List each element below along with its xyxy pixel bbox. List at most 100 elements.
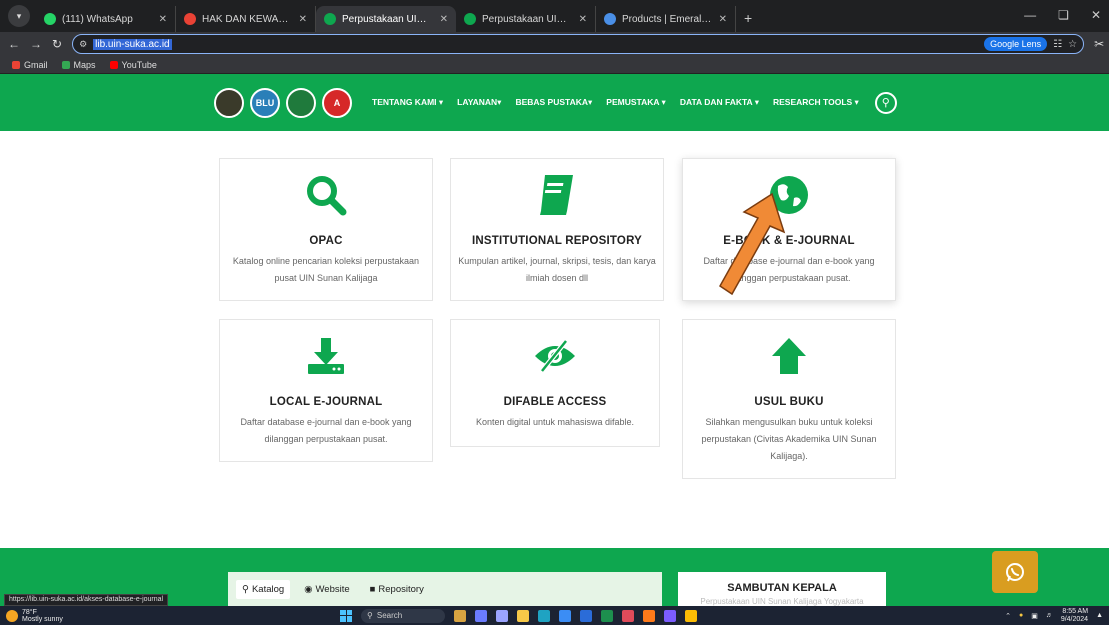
url-text[interactable]: lib.uin-suka.ac.id	[93, 38, 172, 50]
card-title: INSTITUTIONAL REPOSITORY	[471, 235, 643, 247]
nav-layanan[interactable]: LAYANAN▾	[457, 97, 501, 108]
emerald-icon	[604, 13, 616, 25]
close-icon[interactable]: ✕	[719, 14, 727, 25]
nav-research-tools[interactable]: RESEARCH TOOLS ▾	[773, 97, 859, 108]
close-icon[interactable]: ✕	[579, 14, 587, 25]
word-icon[interactable]	[580, 609, 592, 622]
address-bar: ← → ↻ ⚙ lib.uin-suka.ac.id Google Lens ☷…	[0, 32, 1109, 56]
card-title: LOCAL E-JOURNAL	[269, 396, 383, 408]
browser-tab-1[interactable]: HAK DAN KEWAJIBAN ISTRI DA ✕	[176, 6, 316, 32]
zoom-icon[interactable]	[664, 609, 676, 622]
uin-logo[interactable]	[214, 87, 244, 118]
firefox-icon[interactable]	[643, 609, 655, 622]
card-difable-access[interactable]: DIFABLE ACCESS Konten digital untuk maha…	[450, 319, 660, 447]
search-icon	[220, 171, 432, 219]
close-icon[interactable]: ✕	[440, 14, 448, 25]
browser-tab-4[interactable]: Products | Emerald Insight ✕	[596, 6, 736, 32]
omnibox[interactable]: ⚙ lib.uin-suka.ac.id Google Lens ☷ ☆	[72, 34, 1085, 54]
search-icon: ⚲	[242, 583, 249, 595]
minimize-icon[interactable]: —	[1024, 8, 1036, 22]
google-lens-button[interactable]: Google Lens	[984, 37, 1048, 51]
teams-icon[interactable]	[496, 609, 508, 622]
blu-logo[interactable]: BLU	[250, 87, 280, 118]
weather-widget[interactable]: 78°F Mostly sunny	[0, 609, 340, 623]
restore-icon[interactable]: ❏	[1058, 8, 1069, 22]
site-info-icon[interactable]: ⚙	[79, 39, 87, 50]
reload-icon[interactable]: ↻	[52, 37, 62, 51]
browser-tab-2[interactable]: Perpustakaan UIN Sunan Kalija ✕	[316, 6, 456, 32]
clock[interactable]: 8:55 AM 9/4/2024	[1061, 608, 1088, 624]
card-usul-buku[interactable]: USUL BUKU Silahkan mengusulkan buku untu…	[682, 319, 896, 479]
bookmark-maps[interactable]: Maps	[61, 60, 96, 70]
task-view-icon[interactable]	[475, 609, 487, 622]
browser-tab-3[interactable]: Perpustakaan UIN Sunan Kalija ✕	[456, 6, 596, 32]
wifi-icon[interactable]: ▣	[1031, 612, 1038, 620]
chevron-up-icon[interactable]: ⌃	[1005, 612, 1011, 620]
lens-label: Google Lens	[990, 39, 1042, 49]
bookmark-label: YouTube	[121, 59, 157, 70]
bookmark-gmail[interactable]: Gmail	[12, 60, 48, 70]
footer-tab-repository[interactable]: ■ Repository	[364, 580, 430, 599]
new-tab-button[interactable]: +	[744, 10, 752, 26]
volume-icon[interactable]: ♬	[1046, 612, 1053, 619]
site-favicon-icon	[324, 13, 336, 25]
pointer-arrow-annotation	[719, 192, 786, 296]
excel-icon[interactable]	[601, 609, 613, 622]
site-search-icon[interactable]: ⚲	[874, 91, 897, 114]
bookmarks-bar: Gmail Maps YouTube	[0, 56, 1109, 74]
forward-icon[interactable]: →	[30, 37, 42, 51]
youtube-icon	[109, 60, 118, 69]
bookmark-youtube[interactable]: YouTube	[109, 59, 157, 70]
whatsapp-chat-button[interactable]	[992, 551, 1038, 593]
tab-title: HAK DAN KEWAJIBAN ISTRI DA	[202, 13, 293, 25]
tab-title: (111) WhatsApp	[62, 13, 133, 25]
footer-tab-website[interactable]: ◉ Website	[298, 580, 355, 599]
close-icon[interactable]: ✕	[159, 14, 167, 25]
app-icon[interactable]	[622, 609, 634, 622]
nav-data-dan-fakta[interactable]: DATA DAN FAKTA ▾	[680, 97, 759, 108]
book-icon	[451, 171, 663, 219]
globe-icon: ◉	[304, 583, 313, 595]
tab-search-icon[interactable]: ▾	[8, 5, 30, 27]
tab-title: Products | Emerald Insight	[622, 13, 713, 25]
library-logo[interactable]	[286, 87, 316, 118]
bookmark-star-icon[interactable]: ☆	[1068, 39, 1077, 50]
accreditation-logo[interactable]: A	[322, 87, 352, 118]
back-icon[interactable]: ←	[8, 37, 20, 51]
footer-tabs: ⚲ Katalog ◉ Website ■ Repository	[228, 572, 662, 606]
nav-bebas-pustaka[interactable]: BEBAS PUSTAKA▾	[515, 97, 592, 108]
footer-tab-katalog[interactable]: ⚲ Katalog	[236, 579, 291, 599]
download-icon	[220, 332, 432, 380]
card-description: Katalog online pencarian koleksi perpust…	[232, 256, 420, 283]
widgets-icon[interactable]	[454, 609, 466, 622]
card-institutional-repository[interactable]: INSTITUTIONAL REPOSITORY Kumpulan artike…	[450, 158, 664, 301]
link-status-bar: https://lib.uin-suka.ac.id/akses-databas…	[4, 594, 169, 606]
pdf-icon	[184, 13, 196, 25]
file-explorer-icon[interactable]	[517, 609, 529, 622]
nav-tentang-kami[interactable]: TENTANG KAMI ▾	[372, 97, 443, 108]
card-opac[interactable]: OPAC Katalog online pencarian koleksi pe…	[219, 158, 433, 301]
chrome-icon[interactable]	[685, 609, 697, 622]
extensions-icon[interactable]: ✂	[1094, 37, 1104, 51]
taskbar-search[interactable]: ⚲ Search	[361, 608, 445, 623]
folder-icon: ■	[369, 583, 376, 595]
browser-tabstrip: ▾ (111) WhatsApp ✕ HAK DAN KEWAJIBAN ISTR…	[0, 0, 1109, 32]
security-icon[interactable]: ●	[1019, 612, 1023, 619]
notification-bell-icon[interactable]: ▲	[1096, 612, 1103, 619]
edge-icon[interactable]	[538, 609, 550, 622]
card-local-ejournal[interactable]: LOCAL E-JOURNAL Daftar database e-journa…	[219, 319, 433, 462]
translate-icon[interactable]: ☷	[1053, 39, 1062, 50]
site-header: BLU A TENTANG KAMI ▾ LAYANAN▾ BEBAS PUST…	[0, 74, 1109, 131]
sambutan-subtitle: Perpustakaan UIN Sunan Kalijaga Yogyakar…	[700, 597, 864, 606]
gmail-icon	[12, 60, 20, 69]
nav-pemustaka[interactable]: PEMUSTAKA ▾	[606, 97, 666, 108]
sun-icon	[6, 609, 18, 622]
card-title: USUL BUKU	[754, 396, 824, 408]
windows-start-icon[interactable]	[340, 609, 352, 622]
browser-tab-0[interactable]: (111) WhatsApp ✕	[36, 6, 176, 32]
close-icon[interactable]: ✕	[299, 14, 307, 25]
tab-title: Perpustakaan UIN Sunan Kalija	[342, 13, 434, 25]
store-icon[interactable]	[559, 609, 571, 622]
close-window-icon[interactable]: ✕	[1091, 8, 1101, 22]
search-icon: ⚲	[367, 611, 373, 620]
